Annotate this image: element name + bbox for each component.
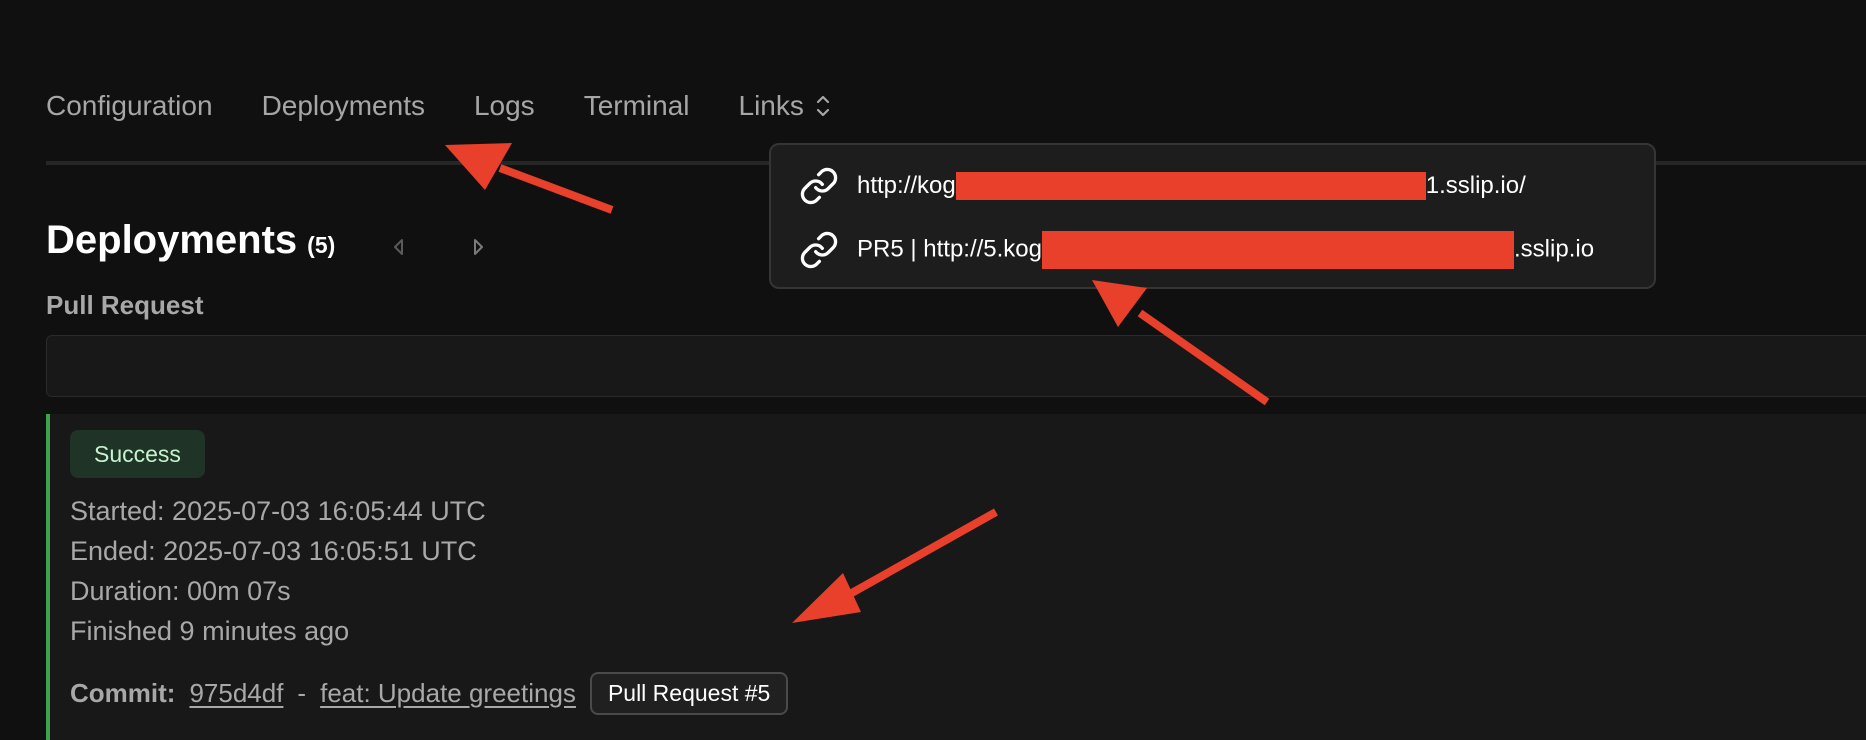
links-dropdown: http://kog 1.sslip.io/ PR5 | http://5.kog… <box>769 143 1656 289</box>
redaction-box <box>955 172 1426 201</box>
tab-bar: Configuration Deployments Logs Terminal … <box>46 86 832 126</box>
previous-page-button[interactable] <box>383 232 413 262</box>
link-icon <box>800 231 838 269</box>
commit-label: Commit: <box>70 678 176 708</box>
page: Configuration Deployments Logs Terminal … <box>0 0 1866 740</box>
deployments-count: (5) <box>307 232 336 258</box>
link-url-end: 1.sslip.io/ <box>1425 171 1526 199</box>
caret-left-icon <box>394 239 403 255</box>
tab-configuration[interactable]: Configuration <box>46 86 213 126</box>
redaction-box <box>1042 231 1515 269</box>
caret-right-icon <box>474 239 483 255</box>
duration: Duration: 00m 07s <box>70 576 291 606</box>
commit-hash-link[interactable]: 975d4df <box>189 678 283 709</box>
link-url-start: PR5 | http://5.kog <box>857 235 1043 263</box>
annotation-arrow-deployments <box>445 143 614 214</box>
link-icon <box>800 167 838 205</box>
chevron-up-down-icon <box>816 95 829 117</box>
finished-ago: Finished 9 minutes ago <box>70 616 350 646</box>
tab-logs[interactable]: Logs <box>474 86 535 126</box>
pull-request-input[interactable] <box>46 335 1866 397</box>
link-url-start: http://kog <box>857 171 956 199</box>
pull-request-badge[interactable]: Pull Request #5 <box>589 672 789 715</box>
started-time: Started: 2025-07-03 16:05:44 UTC <box>70 496 486 526</box>
next-page-button[interactable] <box>464 232 494 262</box>
ended-time: Ended: 2025-07-03 16:05:51 UTC <box>70 536 477 566</box>
commit-message-link[interactable]: feat: Update greetings <box>320 678 576 709</box>
commit-separator: - <box>297 678 307 708</box>
page-title: Deployments (5) <box>46 218 335 263</box>
link-item-pr5[interactable]: PR5 | http://5.kog .sslip.io <box>799 225 1594 275</box>
pull-request-label: Pull Request <box>46 290 204 320</box>
status-badge: Success <box>70 430 205 478</box>
deployment-card[interactable]: Success Started: 2025-07-03 16:05:44 UTC… <box>46 414 1866 740</box>
link-url-end: .sslip.io <box>1514 235 1595 263</box>
tab-links[interactable]: Links <box>739 86 832 126</box>
tab-terminal[interactable]: Terminal <box>584 86 690 126</box>
deployments-title: Deployments <box>46 218 298 262</box>
commit-row: Commit: 975d4df - feat: Update greetings… <box>70 672 789 715</box>
tab-deployments[interactable]: Deployments <box>262 86 425 126</box>
link-item-main[interactable]: http://kog 1.sslip.io/ <box>799 161 1526 211</box>
